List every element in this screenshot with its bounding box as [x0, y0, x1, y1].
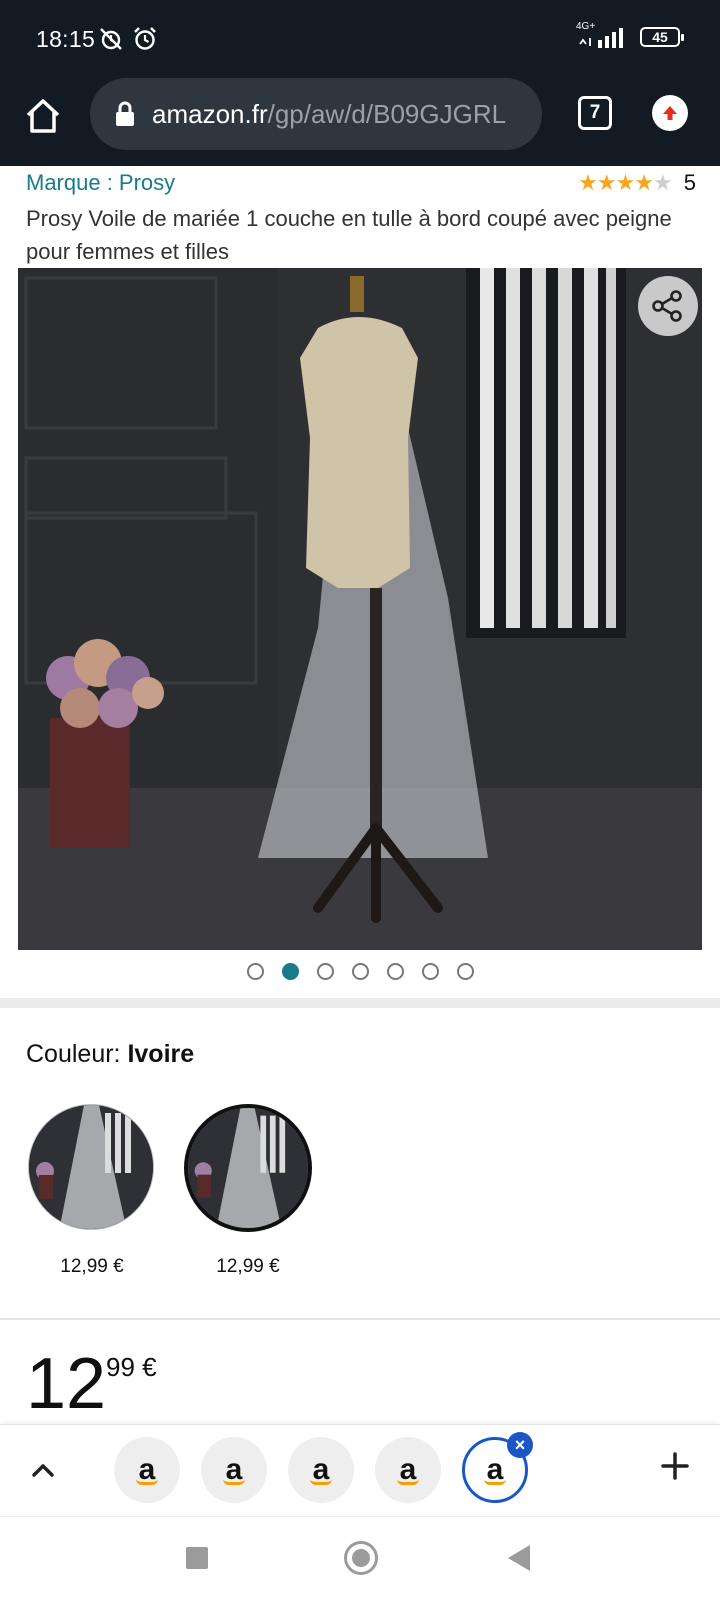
price-whole: 12	[26, 1344, 107, 1424]
product-photo	[18, 268, 702, 950]
alarm-off-icon	[100, 28, 122, 50]
share-button[interactable]	[638, 276, 698, 336]
url-host: amazon.fr	[152, 98, 268, 129]
rating-count: 5	[683, 170, 696, 195]
tab-amazon-current[interactable]: a ×	[462, 1432, 533, 1503]
carousel-dot[interactable]	[281, 963, 299, 980]
signal-icon: 4G+	[576, 21, 630, 50]
product-title: Prosy Voile de mariée 1 couche en tulle …	[26, 206, 672, 264]
status-time: 18:15	[36, 26, 96, 52]
carousel-dot[interactable]	[456, 963, 474, 980]
battery-icon: 45	[640, 27, 684, 47]
brand-link[interactable]: Marque : Prosy	[26, 170, 175, 195]
section-divider	[0, 998, 720, 1008]
tab-amazon-4[interactable]: a	[375, 1437, 441, 1503]
carousel-dot[interactable]	[246, 963, 264, 980]
back-icon[interactable]	[508, 1545, 530, 1571]
price-fraction: 99 €	[106, 1352, 157, 1382]
plus-icon[interactable]	[660, 1451, 690, 1481]
close-tab-icon[interactable]: ×	[507, 1432, 533, 1458]
status-icons	[98, 26, 158, 52]
tab-strip: a a a a a ×	[0, 1424, 720, 1516]
tab-amazon-1[interactable]: a	[114, 1437, 180, 1503]
home-icon[interactable]	[22, 95, 64, 137]
rating[interactable]: ★★★★★ 5	[578, 170, 696, 196]
network-label: 4G+	[576, 21, 596, 32]
carousel-dot[interactable]	[316, 963, 334, 980]
swatch-price-2: 12,99 €	[216, 1256, 280, 1277]
share-icon	[652, 290, 682, 322]
url-field[interactable]: amazon.fr/gp/aw/d/B09GJGRL	[90, 78, 542, 150]
status-right: 4G+ 45	[576, 21, 684, 50]
lock-icon	[116, 101, 134, 126]
swatch-thumbnail	[29, 1105, 153, 1229]
swatch-thumbnail	[188, 1108, 308, 1228]
update-button[interactable]	[652, 95, 688, 131]
chevron-up-icon[interactable]	[28, 1455, 58, 1485]
carousel-dots	[0, 963, 720, 983]
recent-apps-icon[interactable]	[186, 1547, 208, 1569]
color-label-text: Couleur:	[26, 1040, 128, 1068]
tab-amazon-3[interactable]: a	[288, 1437, 354, 1503]
carousel-dot[interactable]	[386, 963, 404, 980]
tab-amazon-2[interactable]: a	[201, 1437, 267, 1503]
tab-switcher-button[interactable]: 7	[578, 96, 612, 130]
color-swatch-2[interactable]	[184, 1104, 312, 1232]
screen: 18:15 4G+ 45 amazon.fr/gp/aw/d/B09GJGRL …	[0, 0, 720, 1600]
star-rating-icon: ★★★★★	[578, 170, 673, 195]
color-selected-value: Ivoire	[127, 1040, 195, 1068]
section-divider	[0, 1318, 720, 1320]
browser-toolbar: amazon.fr/gp/aw/d/B09GJGRL 7	[0, 75, 720, 166]
brand-row: Marque : Prosy ★★★★★ 5	[26, 170, 696, 200]
home-nav-icon[interactable]	[344, 1541, 378, 1575]
carousel-dot[interactable]	[351, 963, 369, 980]
product-image[interactable]	[18, 268, 702, 950]
price: 12 99 €	[26, 1348, 157, 1420]
color-swatch-1[interactable]	[28, 1104, 154, 1230]
color-label: Couleur: Ivoire	[26, 1040, 194, 1069]
swatch-price-1: 12,99 €	[60, 1256, 124, 1277]
system-nav-bar	[0, 1516, 720, 1600]
arrow-up-icon	[663, 106, 677, 120]
alarm-icon	[134, 27, 156, 50]
status-bar: 18:15 4G+ 45	[0, 0, 720, 75]
url-text: amazon.fr/gp/aw/d/B09GJGRL	[152, 99, 532, 130]
url-path: /gp/aw/d/B09GJGRL	[267, 98, 507, 129]
carousel-dot[interactable]	[421, 963, 439, 980]
